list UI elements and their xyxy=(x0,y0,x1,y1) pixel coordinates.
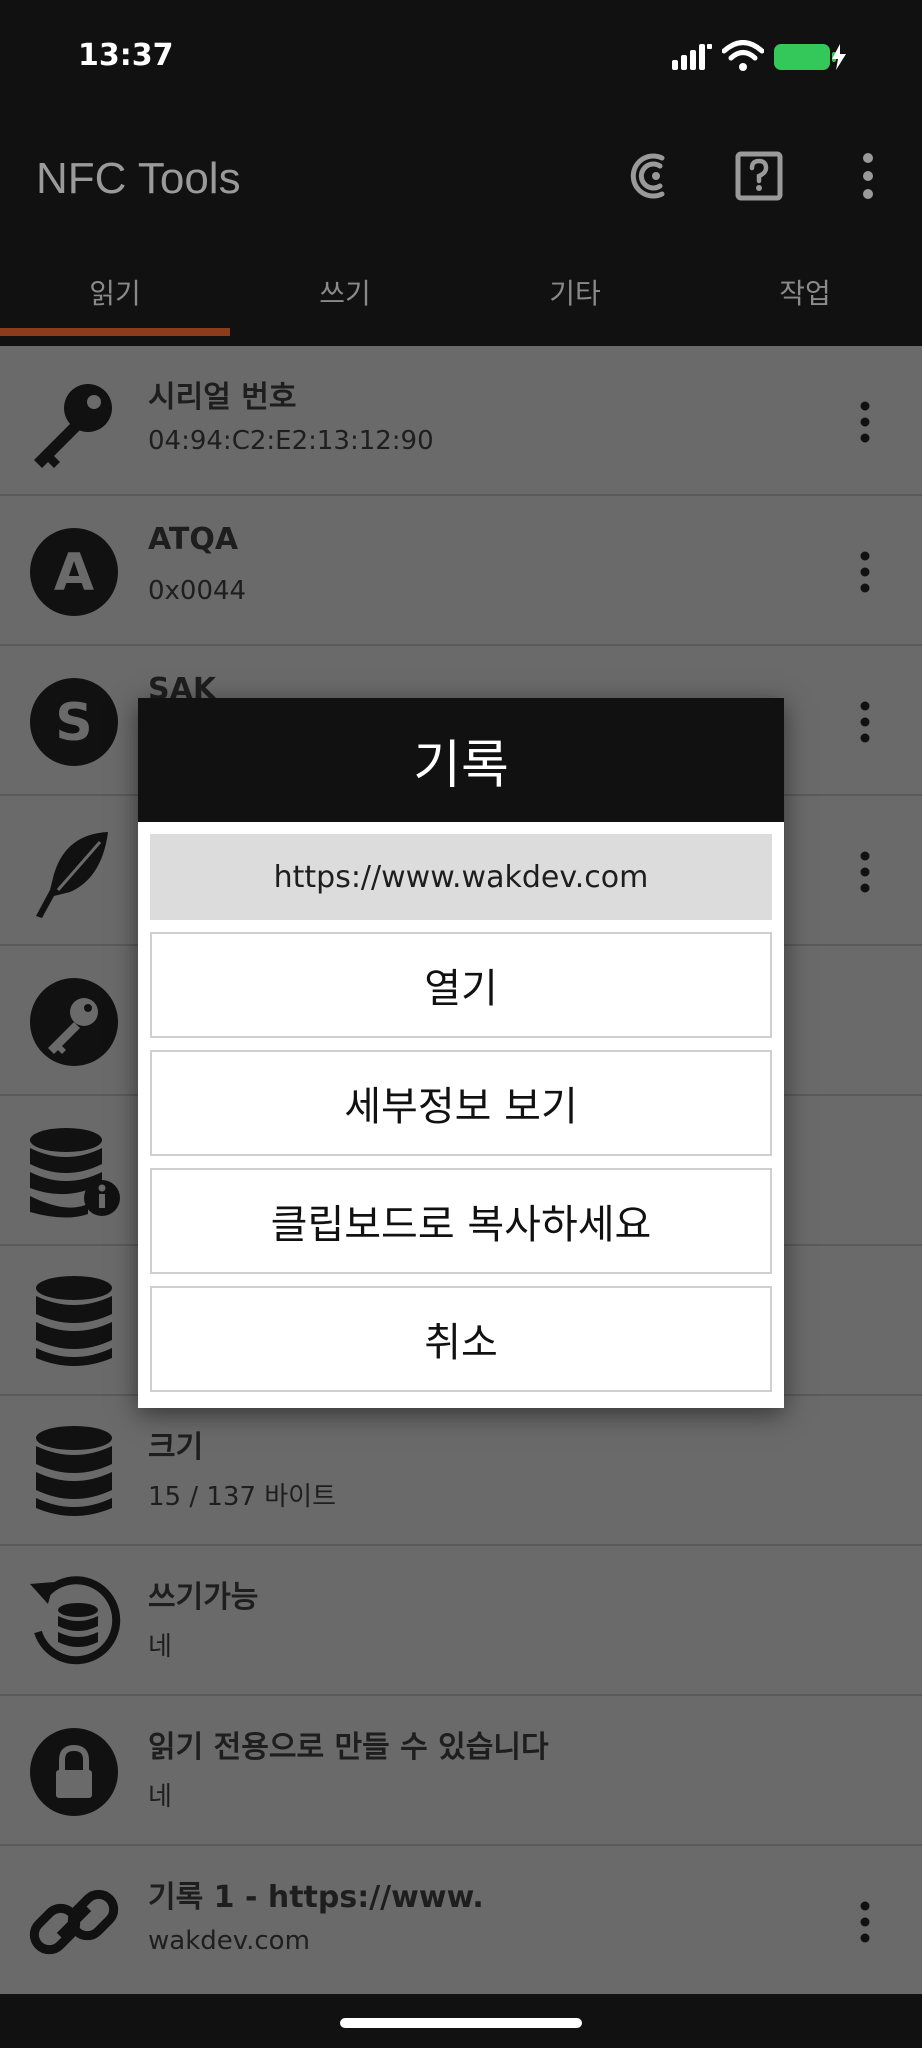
open-button[interactable]: 열기 xyxy=(150,932,772,1038)
battery-charging-icon xyxy=(774,44,846,70)
database-info-icon xyxy=(30,1128,120,1218)
list-item-serial-number[interactable]: 시리얼 번호 04:94:C2:E2:13:12:90 xyxy=(0,346,922,496)
item-value: 0x0044 xyxy=(148,576,247,606)
status-bar: 13:37 xyxy=(0,0,922,110)
database-icon xyxy=(36,1426,112,1516)
app-bar: NFC Tools 읽기 쓰기 기타 작업 xyxy=(0,110,922,346)
feather-icon xyxy=(36,832,108,918)
item-value: 네 xyxy=(148,1782,172,1812)
key-circle-icon xyxy=(30,978,118,1066)
record-dialog: 기록 https://www.wakdev.com 열기 세부정보 보기 클립보… xyxy=(138,698,784,1408)
list-item-atqa[interactable]: A ATQA 0x0044 xyxy=(0,496,922,646)
item-title: 기록 1 - https://www. xyxy=(148,1880,484,1915)
item-value: 네 xyxy=(148,1632,172,1662)
more-vert-icon[interactable] xyxy=(840,148,896,204)
wifi-icon xyxy=(722,40,764,71)
more-vert-icon[interactable] xyxy=(850,550,880,594)
lock-icon xyxy=(30,1728,118,1816)
status-time: 13:37 xyxy=(78,38,174,73)
list-item-writable[interactable]: 쓰기가능 네 xyxy=(0,1546,922,1696)
item-value: 15 / 137 바이트 xyxy=(148,1482,337,1512)
nfc-scan-icon[interactable] xyxy=(622,148,678,204)
help-icon[interactable] xyxy=(732,148,788,204)
svg-text:S: S xyxy=(55,693,92,753)
app-title: NFC Tools xyxy=(36,154,241,203)
more-vert-icon[interactable] xyxy=(850,700,880,744)
item-value: 04:94:C2:E2:13:12:90 xyxy=(148,426,434,456)
more-vert-icon[interactable] xyxy=(850,1900,880,1944)
link-icon xyxy=(29,1889,119,1955)
tab-tasks[interactable]: 작업 xyxy=(690,272,920,312)
item-title: 시리얼 번호 xyxy=(148,380,297,415)
list-item-size[interactable]: 크기 15 / 137 바이트 xyxy=(0,1396,922,1546)
item-title: 쓰기가능 xyxy=(148,1580,259,1615)
home-indicator[interactable] xyxy=(340,2018,582,2028)
item-title: 크기 xyxy=(148,1430,204,1465)
item-title: ATQA xyxy=(148,522,239,557)
letter-a-icon: A xyxy=(30,528,118,616)
dialog-url: https://www.wakdev.com xyxy=(150,834,772,920)
tab-indicator xyxy=(0,328,230,336)
svg-text:A: A xyxy=(54,543,94,603)
list-item-read-only[interactable]: 읽기 전용으로 만들 수 있습니다 네 xyxy=(0,1696,922,1846)
item-title: 읽기 전용으로 만들 수 있습니다 xyxy=(148,1730,549,1765)
database-icon xyxy=(36,1276,112,1366)
item-value: wakdev.com xyxy=(148,1926,310,1956)
tab-write[interactable]: 쓰기 xyxy=(230,272,460,312)
dialog-title: 기록 xyxy=(138,698,784,822)
tab-other[interactable]: 기타 xyxy=(460,272,690,312)
key-icon xyxy=(34,384,112,468)
more-vert-icon[interactable] xyxy=(850,850,880,894)
view-details-button[interactable]: 세부정보 보기 xyxy=(150,1050,772,1156)
tab-read[interactable]: 읽기 xyxy=(0,272,230,312)
cellular-signal-icon xyxy=(672,44,712,70)
list-item-record-1[interactable]: 기록 1 - https://www. wakdev.com xyxy=(0,1846,922,1996)
more-vert-icon[interactable] xyxy=(850,400,880,444)
cancel-button[interactable]: 취소 xyxy=(150,1286,772,1392)
letter-s-icon: S xyxy=(30,678,118,766)
copy-to-clipboard-button[interactable]: 클립보드로 복사하세요 xyxy=(150,1168,772,1274)
database-refresh-icon xyxy=(30,1576,121,1665)
